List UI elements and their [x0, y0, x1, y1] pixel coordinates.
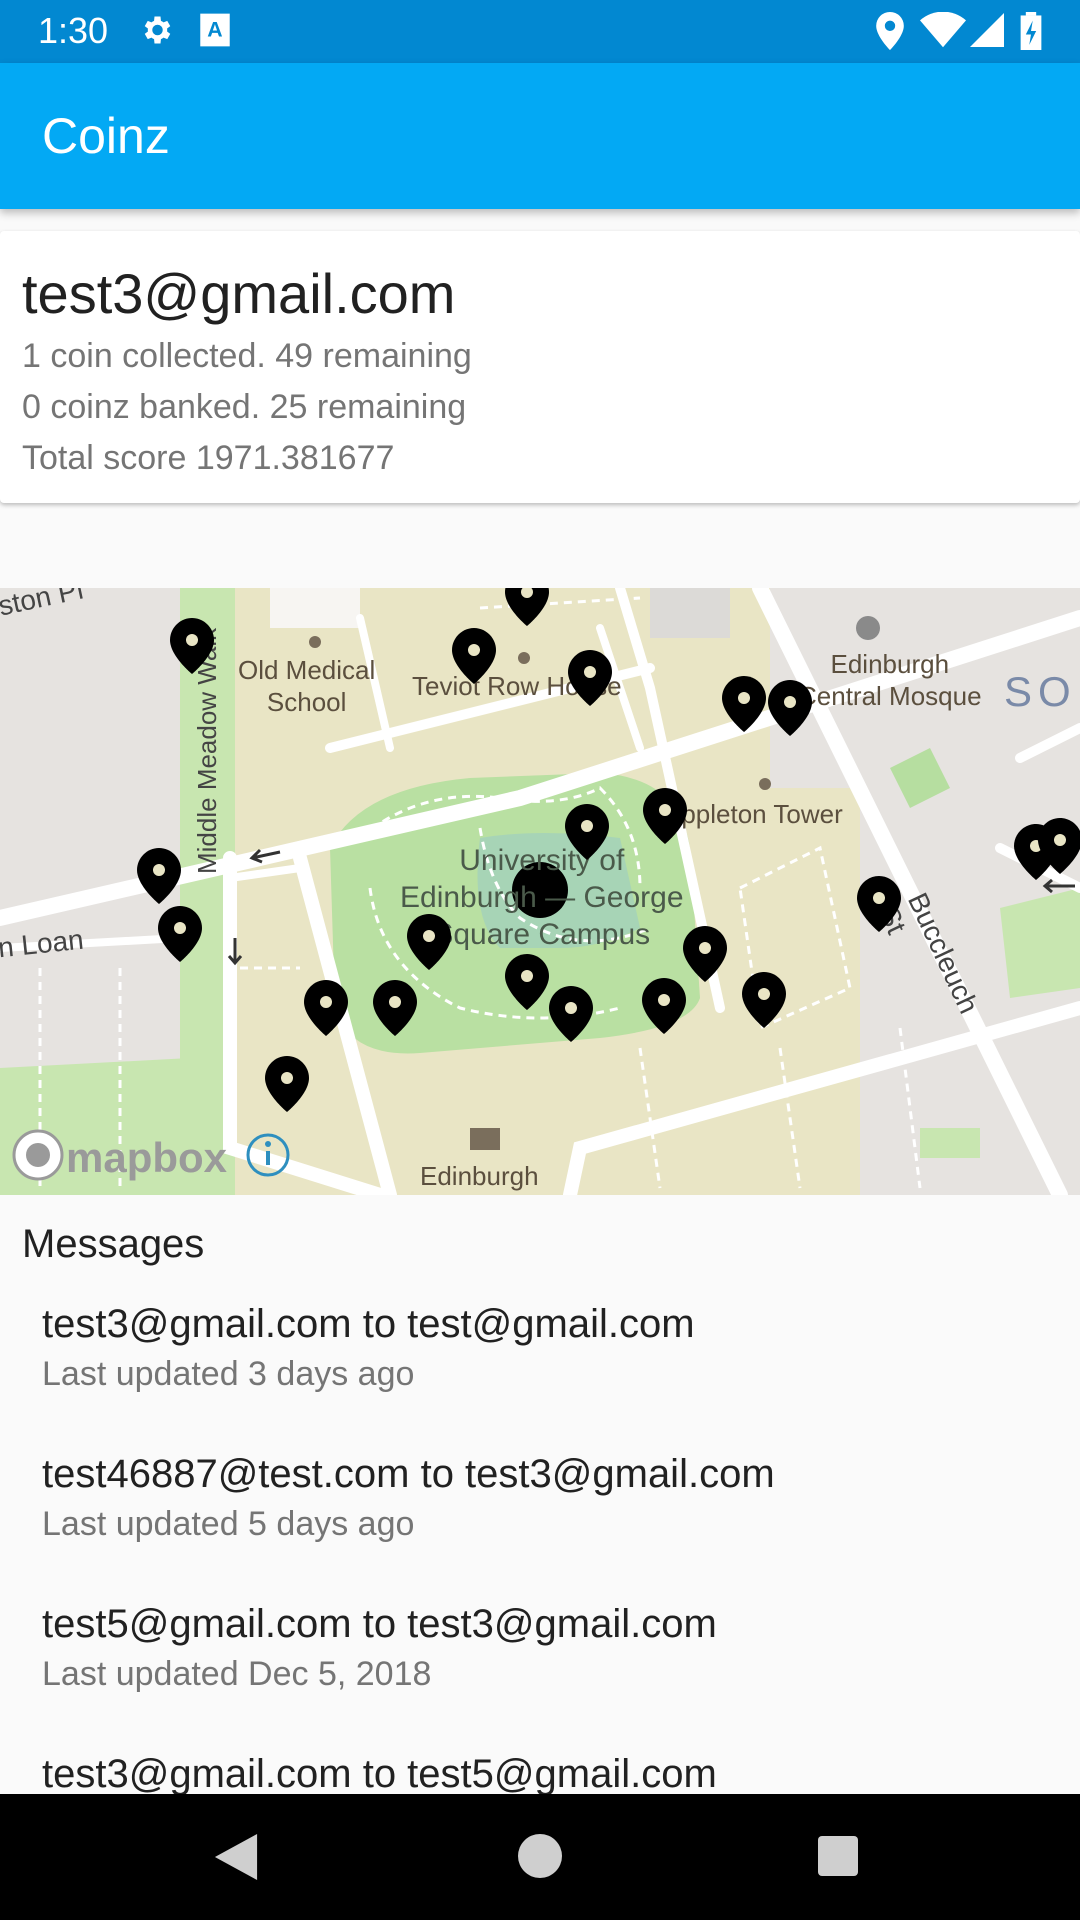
map-view[interactable]: Old Medical School Teviot Row House Edinb… — [0, 588, 1080, 1195]
coin-marker-icon[interactable] — [683, 926, 727, 982]
coin-marker-icon[interactable] — [452, 628, 496, 684]
back-icon[interactable] — [214, 1834, 258, 1885]
coins-collected-stat: 1 coin collected. 49 remaining — [22, 337, 472, 375]
recents-icon[interactable] — [818, 1836, 858, 1881]
message-item[interactable]: test3@gmail.com to test@gmail.com Last u… — [42, 1302, 1042, 1394]
coin-marker-icon[interactable] — [505, 954, 549, 1010]
coin-marker-icon[interactable] — [407, 914, 451, 970]
mapbox-logo: mapbox — [66, 1134, 228, 1181]
settings-icon — [138, 12, 174, 53]
map-label-so: SO — [1004, 668, 1077, 715]
messages-title: Messages — [22, 1222, 205, 1266]
coin-marker-icon[interactable] — [265, 1056, 309, 1112]
coin-marker-icon[interactable] — [304, 980, 348, 1036]
coin-marker-icon[interactable] — [643, 788, 687, 844]
message-item[interactable]: test5@gmail.com to test3@gmail.com Last … — [42, 1602, 1042, 1694]
map-label-appleton-tower: Appleton Tower — [664, 799, 843, 829]
message-item[interactable]: test46887@test.com to test3@gmail.com La… — [42, 1452, 1042, 1544]
user-summary-card: test3@gmail.com 1 coin collected. 49 rem… — [0, 231, 1080, 503]
coin-marker-icon[interactable] — [565, 804, 609, 860]
svg-text:A: A — [207, 18, 222, 42]
location-icon — [876, 12, 904, 55]
user-email: test3@gmail.com — [22, 262, 456, 325]
battery-charging-icon — [1020, 12, 1042, 55]
message-subtitle: Last updated Dec 5, 2018 — [42, 1655, 432, 1693]
info-icon[interactable] — [246, 1134, 290, 1178]
map-label-edinburgh-central-mosque: Edinburgh Central Mosque — [798, 649, 982, 711]
map-label-edinburgh: Edinburgh — [420, 1161, 539, 1191]
map-label-old-medical-school: Old Medical School — [238, 655, 376, 717]
coin-marker-icon[interactable] — [158, 906, 202, 962]
message-title: test46887@test.com to test3@gmail.com — [42, 1452, 775, 1496]
keyboard-a-icon: A — [198, 12, 232, 53]
status-bar: 1:30 A — [0, 0, 1080, 63]
message-title: test3@gmail.com to test5@gmail.com — [42, 1752, 717, 1796]
total-score-stat: Total score 1971.381677 — [22, 439, 395, 477]
app-title: Coinz — [42, 108, 170, 164]
coin-marker-icon[interactable] — [137, 848, 181, 904]
message-title: test5@gmail.com to test3@gmail.com — [42, 1602, 717, 1646]
app-bar: Coinz — [0, 63, 1080, 209]
coin-marker-icon[interactable] — [742, 972, 786, 1028]
coin-marker-icon[interactable] — [373, 980, 417, 1036]
coins-banked-stat: 0 coinz banked. 25 remaining — [22, 388, 467, 426]
wifi-icon — [920, 11, 966, 53]
home-icon[interactable] — [518, 1834, 562, 1883]
message-subtitle: Last updated 5 days ago — [42, 1505, 415, 1543]
coin-marker-icon[interactable] — [642, 978, 686, 1034]
coin-marker-icon[interactable] — [1038, 818, 1080, 874]
coin-marker-icon[interactable] — [170, 618, 214, 674]
message-title: test3@gmail.com to test@gmail.com — [42, 1302, 695, 1346]
message-subtitle: Last updated 3 days ago — [42, 1355, 415, 1393]
coin-marker-icon[interactable] — [568, 650, 612, 706]
coin-marker-icon[interactable] — [768, 680, 812, 736]
coin-marker-icon[interactable] — [505, 588, 549, 626]
status-time: 1:30 — [38, 10, 109, 51]
navigation-bar — [0, 1794, 1080, 1920]
coin-marker-icon[interactable] — [549, 986, 593, 1042]
signal-icon — [970, 12, 1004, 53]
coin-marker-icon[interactable] — [857, 876, 901, 932]
coin-marker-icon[interactable] — [722, 676, 766, 732]
